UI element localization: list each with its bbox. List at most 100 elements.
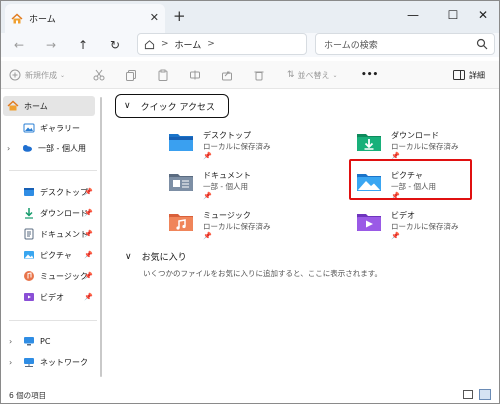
status-bar: 6 個の項目: [1, 387, 499, 403]
sidebar-item-documents[interactable]: ドキュメント 📌: [23, 224, 97, 244]
item-name: デスクトップ: [203, 131, 251, 140]
details-button[interactable]: 詳細: [453, 67, 485, 83]
file-explorer-window: ホーム ✕ + — ☐ ✕ ← → ↑ ↻ > ホーム > ホームの検索 新規作…: [0, 0, 500, 404]
new-label: 新規作成: [25, 70, 57, 80]
pin-icon[interactable]: 📌: [84, 251, 93, 259]
favorites-title: お気に入り: [141, 253, 187, 263]
navigation-bar: ← → ↑ ↻ > ホーム > ホームの検索: [1, 33, 499, 57]
videos-folder-icon: [357, 214, 381, 231]
download-icon: [25, 208, 33, 219]
item-location: ローカルに保存済み: [391, 142, 459, 151]
address-bar[interactable]: > ホーム >: [137, 33, 307, 55]
quick-access-item-desktop[interactable]: デスクトップ ローカルに保存済み 📌: [167, 128, 297, 162]
new-tab-button[interactable]: +: [173, 7, 186, 25]
more-options-button[interactable]: •••: [361, 67, 378, 83]
item-location: ローカルに保存済み: [391, 222, 459, 231]
paste-button[interactable]: [157, 67, 169, 83]
content-pane: ∨ クイック アクセス デスクトップ ローカルに保存済み 📌 ダウンロード ロー…: [105, 90, 499, 385]
sidebar-item-label: ネットワーク: [40, 357, 88, 367]
chevron-right-icon[interactable]: ›: [9, 337, 12, 346]
tab-home[interactable]: ホーム ✕: [5, 4, 165, 33]
sort-label: 並べ替え: [297, 70, 330, 80]
pictures-icon: [24, 251, 34, 259]
sidebar-item-videos[interactable]: ビデオ 📌: [23, 287, 97, 307]
sidebar-item-pictures[interactable]: ピクチャ 📌: [23, 245, 97, 265]
sidebar-item-network[interactable]: › ネットワーク: [9, 352, 97, 372]
item-name: ドキュメント: [203, 171, 251, 180]
sidebar-item-onedrive[interactable]: › 一部 - 個人用: [7, 138, 97, 158]
forward-button[interactable]: →: [41, 35, 61, 55]
quick-access-item-videos[interactable]: ビデオ ローカルに保存済み 📌: [355, 208, 485, 242]
sidebar-item-label: PC: [40, 336, 51, 346]
search-placeholder: ホームの検索: [324, 40, 378, 51]
pin-icon: 📌: [203, 192, 212, 200]
sidebar-item-desktop[interactable]: デスクトップ 📌: [23, 182, 97, 202]
sort-icon: ⇅: [287, 70, 295, 80]
documents-icon: [24, 228, 34, 240]
refresh-button[interactable]: ↻: [105, 35, 125, 55]
quick-access-item-music[interactable]: ミュージック ローカルに保存済み 📌: [167, 208, 297, 242]
breadcrumb-separator[interactable]: >: [161, 39, 169, 49]
search-icon: [476, 38, 488, 50]
music-icon: [24, 271, 34, 281]
quick-access-title: クイック アクセス: [140, 102, 216, 113]
share-button[interactable]: [221, 67, 233, 83]
favorites-empty-text: いくつかのファイルをお気に入りに追加すると、ここに表示されます。: [143, 269, 382, 278]
sidebar-item-label: ミュージック: [40, 271, 88, 281]
pin-icon[interactable]: 📌: [84, 272, 93, 280]
quick-access-header[interactable]: ∨ クイック アクセス: [115, 94, 229, 118]
breadcrumb-home[interactable]: ホーム: [175, 38, 202, 51]
chevron-down-icon[interactable]: ∨: [124, 101, 131, 111]
chevron-right-icon[interactable]: ›: [7, 144, 10, 153]
copy-icon: [126, 70, 136, 81]
details-view-icon[interactable]: [463, 390, 473, 399]
desktop-folder-icon: [169, 134, 193, 151]
sidebar-item-home[interactable]: ホーム: [3, 96, 95, 116]
pin-icon[interactable]: 📌: [84, 188, 93, 196]
documents-folder-icon: [169, 174, 193, 191]
breadcrumb-trail[interactable]: >: [207, 39, 215, 49]
sidebar-item-pc[interactable]: › PC: [9, 331, 97, 351]
up-button[interactable]: ↑: [73, 35, 93, 55]
trash-icon: [254, 71, 264, 81]
rename-icon: [190, 70, 200, 80]
search-input[interactable]: ホームの検索: [315, 33, 495, 55]
chevron-right-icon[interactable]: ›: [9, 358, 12, 367]
copy-button[interactable]: [125, 67, 137, 83]
close-window-button[interactable]: ✕: [463, 3, 499, 27]
clipboard-icon: [158, 69, 168, 81]
new-button[interactable]: 新規作成 ⌄: [9, 67, 65, 83]
quick-access-item-downloads[interactable]: ダウンロード ローカルに保存済み 📌: [355, 128, 485, 162]
pin-icon: 📌: [391, 232, 400, 240]
pin-icon: 📌: [203, 232, 212, 240]
tab-title: ホーム: [29, 15, 56, 25]
pin-icon[interactable]: 📌: [84, 230, 93, 238]
sidebar-item-label: 一部 - 個人用: [38, 143, 86, 153]
cut-button[interactable]: [93, 67, 105, 83]
videos-icon: [24, 293, 34, 301]
highlight-box: [349, 159, 472, 200]
chevron-down-icon[interactable]: ∨: [125, 252, 132, 262]
sidebar-item-label: ビデオ: [40, 292, 64, 302]
sidebar-item-gallery[interactable]: ギャラリー: [23, 118, 97, 138]
sidebar-scrollbar[interactable]: [100, 97, 102, 377]
details-label: 詳細: [469, 70, 485, 80]
pin-icon[interactable]: 📌: [84, 209, 93, 217]
favorites-header[interactable]: ∨ お気に入り: [125, 250, 187, 264]
quick-access-item-documents[interactable]: ドキュメント 一部 - 個人用 📌: [167, 168, 297, 202]
sort-button[interactable]: ⇅ 並べ替え ⌄: [287, 67, 338, 83]
tab-close-icon[interactable]: ✕: [150, 11, 159, 24]
delete-button[interactable]: [253, 67, 265, 83]
scissors-icon: [93, 69, 105, 81]
home-icon: [7, 100, 19, 111]
minimize-button[interactable]: —: [393, 3, 433, 27]
back-button[interactable]: ←: [9, 35, 29, 55]
sidebar-item-label: ドキュメント: [40, 229, 88, 239]
sidebar-item-music[interactable]: ミュージック 📌: [23, 266, 97, 286]
sidebar-item-downloads[interactable]: ダウンロード 📌: [23, 203, 97, 223]
network-icon: [24, 358, 34, 367]
pin-icon[interactable]: 📌: [84, 293, 93, 301]
rename-button[interactable]: [189, 67, 201, 83]
tiles-view-icon[interactable]: [479, 389, 491, 400]
onedrive-icon: [23, 145, 32, 152]
